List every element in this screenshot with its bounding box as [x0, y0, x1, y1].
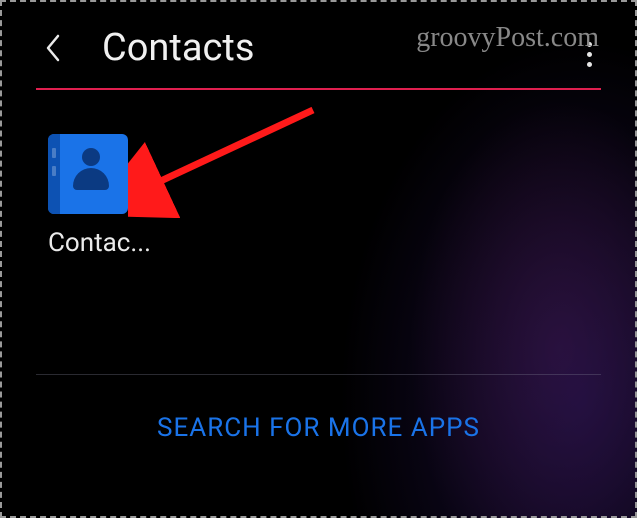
search-results: Contac... — [0, 90, 637, 278]
search-more-section: SEARCH FOR MORE APPS — [0, 375, 637, 481]
overflow-menu-button[interactable] — [577, 36, 601, 72]
dots-icon — [587, 42, 592, 47]
app-result-contacts[interactable]: Contac... — [48, 134, 158, 258]
search-for-more-apps-button[interactable]: SEARCH FOR MORE APPS — [157, 413, 480, 443]
page-title: Contacts — [102, 26, 254, 70]
app-label: Contac... — [48, 228, 158, 258]
app-header: Contacts — [0, 0, 637, 88]
contacts-icon — [48, 134, 128, 214]
back-button[interactable] — [36, 31, 70, 65]
chevron-left-icon — [44, 33, 62, 63]
